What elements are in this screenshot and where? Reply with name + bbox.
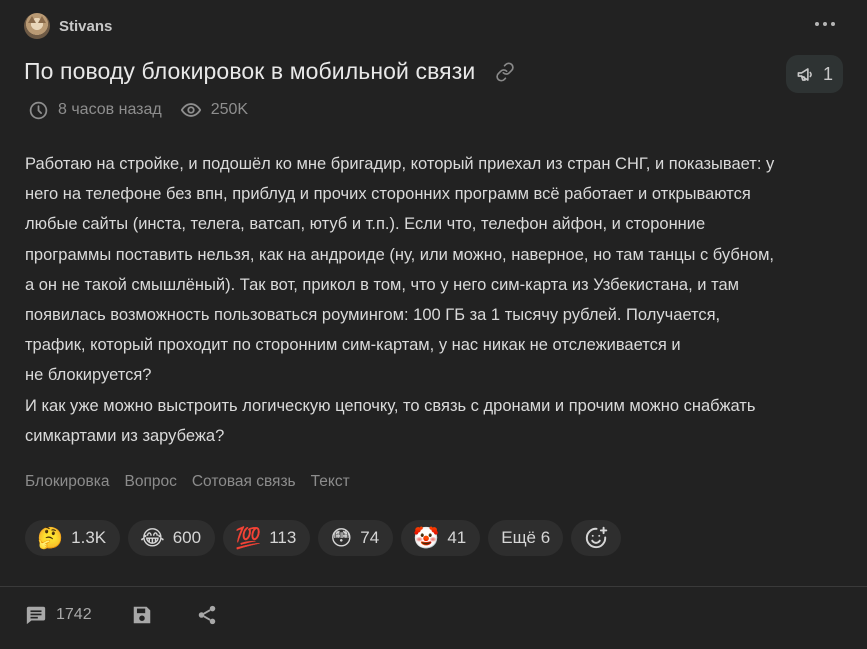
comment-icon xyxy=(26,606,46,625)
author-row: Stivans xyxy=(24,13,112,39)
more-reactions-button[interactable]: Ещё 6 xyxy=(488,520,564,556)
post-card: Stivans По поводу блокировок в мобильной… xyxy=(0,0,867,649)
tag-link[interactable]: Сотовая связь xyxy=(192,473,296,491)
save-icon xyxy=(133,606,150,624)
dot-icon xyxy=(823,22,827,26)
link-icon[interactable] xyxy=(495,61,517,83)
eye-icon xyxy=(180,103,201,117)
reaction-laughing[interactable]: 😂 600 xyxy=(128,520,216,556)
reaction-clown[interactable]: 🤡 41 xyxy=(401,520,481,556)
reaction-count: 74 xyxy=(360,528,380,547)
post-text-line: а он не такой смышлёный). Так вот, прико… xyxy=(25,275,739,294)
reaction-thinking[interactable]: 🤔 1.3K xyxy=(25,520,121,556)
post-text-line: программы поставить нельзя, как на андро… xyxy=(25,245,774,264)
post-text-line: Работаю на стройке, и подошёл ко мне бри… xyxy=(25,155,775,173)
tag-link[interactable]: Блокировка xyxy=(25,473,110,491)
reaction-count: 600 xyxy=(172,528,202,547)
more-options-button[interactable] xyxy=(815,22,835,26)
comments-count: 1742 xyxy=(56,606,92,623)
post-footer: 1742 xyxy=(25,604,218,626)
shocked-face-icon: 😳 xyxy=(330,525,353,550)
post-text-line: появилась возможность пользоваться роуми… xyxy=(25,306,721,325)
tag-link[interactable]: Вопрос xyxy=(125,473,177,491)
share-button[interactable] xyxy=(196,604,218,626)
hundred-points-icon: 💯 xyxy=(235,525,262,550)
repost-button[interactable]: 1 xyxy=(786,55,843,93)
post-meta: 8 часов назад 250K xyxy=(28,99,248,121)
megaphone-icon xyxy=(797,67,812,81)
laughing-face-icon: 😂 xyxy=(140,525,165,550)
post-time-text: 8 часов назад xyxy=(58,101,162,118)
reaction-count: 1.3K xyxy=(71,528,107,547)
post-text-line: трафик, который проходит по сторонним си… xyxy=(25,336,681,355)
author-name[interactable]: Stivans xyxy=(59,18,112,35)
reactions-bar: 🤔 1.3K 😂 600 💯 113 😳 74 🤡 41 Ещё 6 xyxy=(25,520,622,556)
clock-icon xyxy=(29,101,48,119)
avatar[interactable] xyxy=(24,13,50,39)
save-button[interactable] xyxy=(131,604,153,626)
post-title[interactable]: По поводу блокировок в мобильной связи xyxy=(24,58,475,85)
post-views: 250K xyxy=(180,99,248,121)
reaction-count: 41 xyxy=(447,528,467,547)
reaction-count: 113 xyxy=(269,528,297,547)
title-row: По поводу блокировок в мобильной связи xyxy=(24,58,517,85)
repost-count: 1 xyxy=(822,63,833,84)
share-icon xyxy=(198,605,215,625)
add-emoji-icon xyxy=(586,526,608,549)
post-text-line: любые сайты (инста, телега, ватсап, ютуб… xyxy=(25,215,706,234)
tag-link[interactable]: Текст xyxy=(311,473,350,491)
post-text-line: симкартами из зарубежа? xyxy=(25,426,225,445)
divider xyxy=(0,586,867,587)
post-text-line: не блокируется? xyxy=(25,366,152,385)
dot-icon xyxy=(831,22,835,26)
reaction-hundred[interactable]: 💯 113 xyxy=(223,520,311,556)
add-reaction-button[interactable] xyxy=(571,520,622,556)
dot-icon xyxy=(815,22,819,26)
post-text-line: него на телефоне без впн, приблуд и проч… xyxy=(25,185,751,204)
tag-list: Блокировка Вопрос Сотовая связь Текст xyxy=(25,473,350,491)
post-time: 8 часов назад xyxy=(28,100,162,121)
reaction-shocked[interactable]: 😳 74 xyxy=(318,520,394,556)
post-body: Работаю на стройке, и подошёл ко мне бри… xyxy=(25,149,840,451)
post-text-line: И как уже можно выстроить логическую цеп… xyxy=(25,396,756,415)
clown-face-icon: 🤡 xyxy=(413,525,440,550)
post-views-count: 250K xyxy=(210,101,249,118)
thinking-face-icon: 🤔 xyxy=(37,525,64,550)
comments-button[interactable]: 1742 xyxy=(25,604,92,626)
